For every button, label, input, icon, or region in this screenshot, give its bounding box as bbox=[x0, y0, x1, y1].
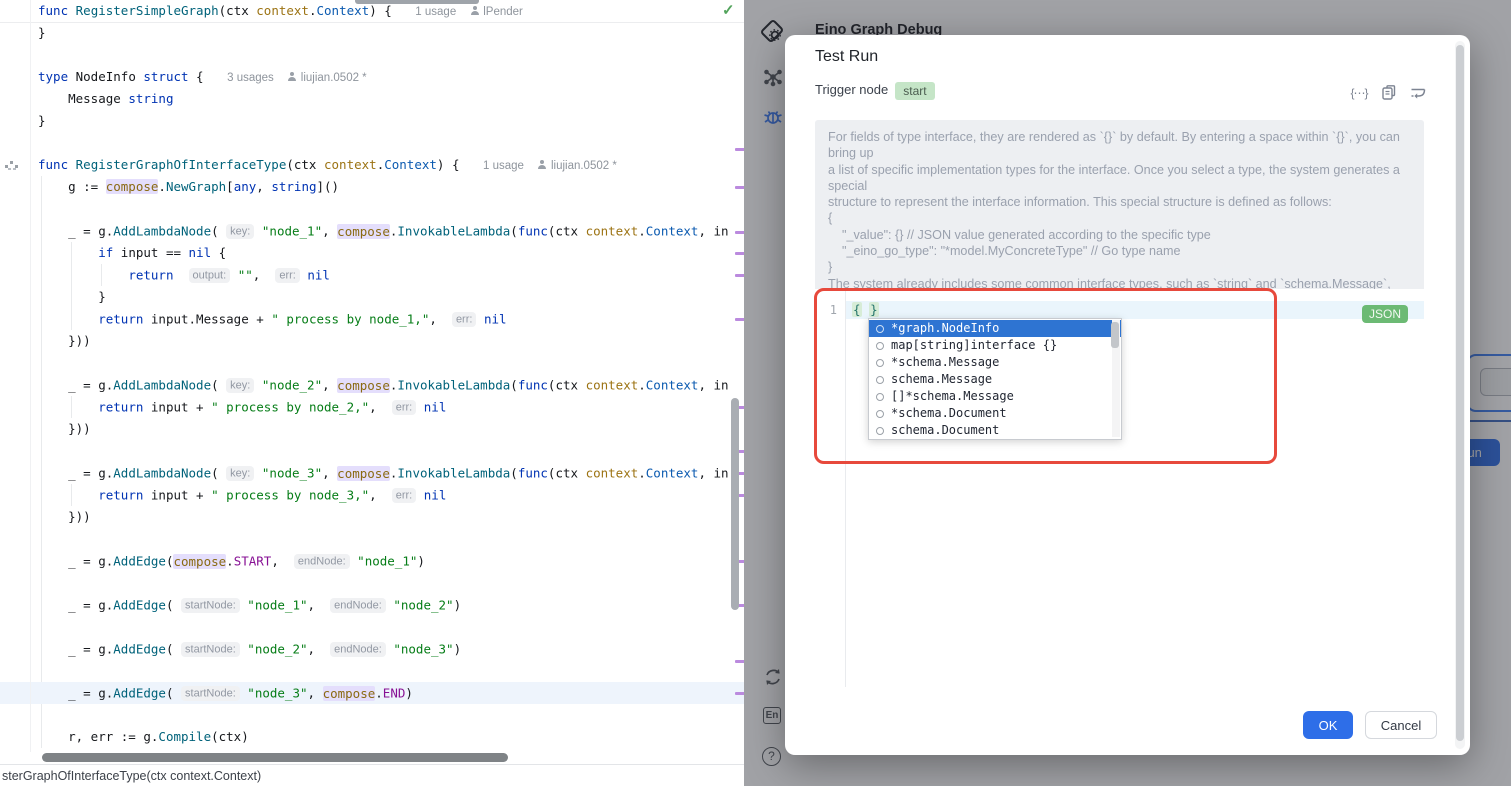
code-line[interactable]: type NodeInfo struct { 3 usagesliujian.0… bbox=[38, 66, 744, 88]
code-line[interactable]: _ = g.AddLambdaNode( key: "node_1", comp… bbox=[38, 220, 744, 242]
code-line[interactable]: return input + " process by node_2,", er… bbox=[38, 396, 744, 418]
modal-scrollbar-thumb[interactable] bbox=[1456, 45, 1464, 741]
format-json-icon[interactable]: {⋯} bbox=[1350, 84, 1368, 102]
code-line[interactable]: return input.Message + " process by node… bbox=[38, 308, 744, 330]
editor-gutter-separator bbox=[845, 289, 846, 687]
trigger-node-row: Trigger node start bbox=[815, 82, 935, 104]
code-line[interactable]: })) bbox=[38, 506, 744, 528]
breadcrumb[interactable]: sterGraphOfInterfaceType(ctx context.Con… bbox=[0, 764, 744, 786]
editor-line-content[interactable]: { } bbox=[852, 301, 879, 319]
code-line[interactable]: } bbox=[38, 110, 744, 132]
author-icon bbox=[538, 160, 547, 169]
code-line[interactable]: _ = g.AddLambdaNode( key: "node_3", comp… bbox=[38, 462, 744, 484]
author-lens[interactable]: lPender bbox=[470, 6, 523, 18]
code-line[interactable]: _ = g.AddEdge( startNode: "node_3", comp… bbox=[0, 682, 744, 704]
code-line[interactable] bbox=[38, 572, 744, 594]
usages-lens[interactable]: 1 usage bbox=[415, 6, 456, 18]
dropdown-scrollbar[interactable] bbox=[1112, 320, 1120, 437]
code-line[interactable] bbox=[38, 198, 744, 220]
go-code-editor[interactable]: func RegisterSimpleGraph(ctx context.Con… bbox=[0, 0, 744, 786]
code-line[interactable] bbox=[38, 352, 744, 374]
wrap-line-icon[interactable] bbox=[1409, 84, 1427, 102]
line-number: 1 bbox=[815, 301, 837, 319]
json-input-editor[interactable]: 1 { } JSON *graph.NodeInfomap[string]int… bbox=[815, 289, 1424, 689]
dropdown-item[interactable]: *schema.Document bbox=[869, 405, 1121, 422]
code-line[interactable]: return input + " process by node_3,", er… bbox=[38, 484, 744, 506]
type-autocomplete-dropdown[interactable]: *graph.NodeInfomap[string]interface {}*s… bbox=[868, 318, 1122, 440]
type-radio-icon bbox=[876, 393, 884, 401]
close-brace: } bbox=[869, 302, 879, 317]
cancel-button[interactable]: Cancel bbox=[1365, 711, 1437, 739]
modal-title: Test Run bbox=[815, 48, 878, 66]
change-marker bbox=[735, 274, 744, 277]
change-marker bbox=[735, 186, 744, 189]
dropdown-item[interactable]: map[string]interface {} bbox=[869, 337, 1121, 354]
copy-icon[interactable] bbox=[1380, 84, 1398, 102]
ok-button[interactable]: OK bbox=[1303, 711, 1353, 739]
change-marker bbox=[735, 660, 744, 663]
trigger-node-label: Trigger node bbox=[815, 82, 888, 97]
active-line-highlight bbox=[846, 301, 1424, 319]
code-area[interactable]: func RegisterSimpleGraph(ctx context.Con… bbox=[0, 0, 744, 752]
app-root: func RegisterSimpleGraph(ctx context.Con… bbox=[0, 0, 1511, 786]
change-marker bbox=[735, 252, 744, 255]
code-line[interactable]: } bbox=[38, 286, 744, 308]
dropdown-item[interactable]: *schema.Message bbox=[869, 354, 1121, 371]
editor-horizontal-scrollbar[interactable] bbox=[42, 753, 508, 762]
code-line[interactable]: _ = g.AddLambdaNode( key: "node_2", comp… bbox=[38, 374, 744, 396]
trigger-node-badge: start bbox=[895, 82, 934, 100]
eino-debug-panel: Eino Graph Debug bbox=[744, 0, 1511, 786]
code-line[interactable]: func RegisterGraphOfInterfaceType(ctx co… bbox=[38, 154, 744, 176]
code-line[interactable] bbox=[38, 616, 744, 638]
breadcrumb-text: sterGraphOfInterfaceType(ctx context.Con… bbox=[2, 769, 261, 783]
type-radio-icon bbox=[876, 427, 884, 435]
type-radio-icon bbox=[876, 325, 884, 333]
author-icon bbox=[288, 72, 297, 81]
dropdown-item[interactable]: []*schema.Message bbox=[869, 388, 1121, 405]
code-line[interactable] bbox=[38, 704, 744, 726]
json-format-badge: JSON bbox=[1362, 305, 1408, 323]
change-marker bbox=[735, 318, 744, 321]
code-line[interactable]: if input == nil { bbox=[38, 242, 744, 264]
change-marker bbox=[735, 692, 744, 695]
code-line[interactable] bbox=[38, 440, 744, 462]
type-radio-icon bbox=[876, 359, 884, 367]
editor-vertical-scrollbar[interactable] bbox=[731, 398, 739, 610]
test-run-modal: Test Run Trigger node start {⋯} bbox=[785, 35, 1470, 755]
code-line[interactable]: })) bbox=[38, 418, 744, 440]
dropdown-item[interactable]: schema.Document bbox=[869, 422, 1121, 439]
sticky-line-separator bbox=[0, 22, 744, 23]
change-marker bbox=[735, 231, 744, 234]
type-radio-icon bbox=[876, 376, 884, 384]
gutter-separator bbox=[30, 0, 31, 752]
inspections-ok-icon[interactable]: ✓ bbox=[722, 1, 735, 19]
type-radio-icon bbox=[876, 342, 884, 350]
code-line[interactable]: g := compose.NewGraph[any, string]() bbox=[38, 176, 744, 198]
author-lens[interactable]: liujian.0502 * bbox=[538, 160, 617, 172]
code-line[interactable] bbox=[38, 132, 744, 154]
code-line[interactable]: _ = g.AddEdge(compose.START, endNode: "n… bbox=[38, 550, 744, 572]
code-line[interactable]: } bbox=[38, 22, 744, 44]
open-brace: { bbox=[852, 302, 862, 317]
change-marker bbox=[735, 148, 744, 151]
code-line[interactable]: Message string bbox=[38, 88, 744, 110]
dropdown-item[interactable]: schema.Message bbox=[869, 371, 1121, 388]
author-lens[interactable]: liujian.0502 * bbox=[288, 72, 367, 84]
code-line[interactable]: r, err := g.Compile(ctx) bbox=[38, 726, 744, 748]
code-line[interactable]: })) bbox=[38, 330, 744, 352]
dropdown-item[interactable]: *graph.NodeInfo bbox=[869, 320, 1121, 337]
code-line[interactable]: _ = g.AddEdge( startNode: "node_2", endN… bbox=[38, 638, 744, 660]
usages-lens[interactable]: 3 usages bbox=[227, 72, 274, 84]
code-line[interactable]: _ = g.AddEdge( startNode: "node_1", endN… bbox=[38, 594, 744, 616]
eino-graph-gutter-icon[interactable] bbox=[4, 157, 19, 172]
top-scroll-indicator[interactable] bbox=[355, 0, 479, 4]
code-line[interactable]: return output: "", err: nil bbox=[38, 264, 744, 286]
usages-lens[interactable]: 1 usage bbox=[483, 160, 524, 172]
code-line[interactable] bbox=[38, 44, 744, 66]
author-icon bbox=[470, 6, 479, 15]
code-line[interactable] bbox=[38, 660, 744, 682]
type-radio-icon bbox=[876, 410, 884, 418]
code-line[interactable] bbox=[38, 528, 744, 550]
